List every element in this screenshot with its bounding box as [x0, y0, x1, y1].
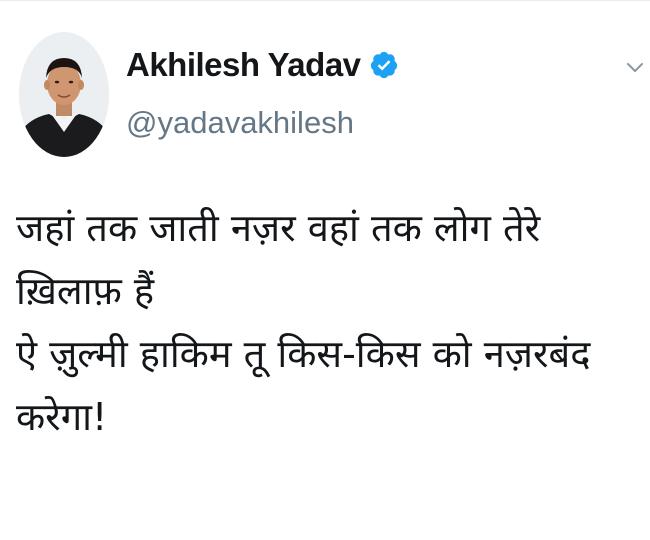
author-name-row: Akhilesh Yadav	[126, 45, 399, 85]
tweet-text-line: जहां तक जाती नज़र वहां तक लोग तेरे	[16, 206, 541, 250]
verified-badge-icon	[370, 51, 397, 79]
tweet-card: Akhilesh Yadav @yadavakhilesh जहां तक जा…	[0, 0, 650, 540]
tweet-text-line: करेगा!	[16, 395, 108, 439]
author-display-name[interactable]: Akhilesh Yadav	[126, 46, 361, 84]
profile-photo	[19, 32, 109, 157]
tweet-text-line: ऐ ज़ुल्मी हाकिम तू किस-किस को नज़रबंद	[16, 332, 591, 376]
chevron-down-icon[interactable]	[624, 56, 646, 78]
tweet-text: जहां तक जाती नज़र वहां तक लोग तेरे ख़िला…	[16, 197, 636, 449]
tweet-text-line: ख़िलाफ़ हैं	[16, 269, 155, 313]
avatar[interactable]	[19, 32, 109, 157]
author-handle[interactable]: @yadavakhilesh	[126, 105, 354, 141]
